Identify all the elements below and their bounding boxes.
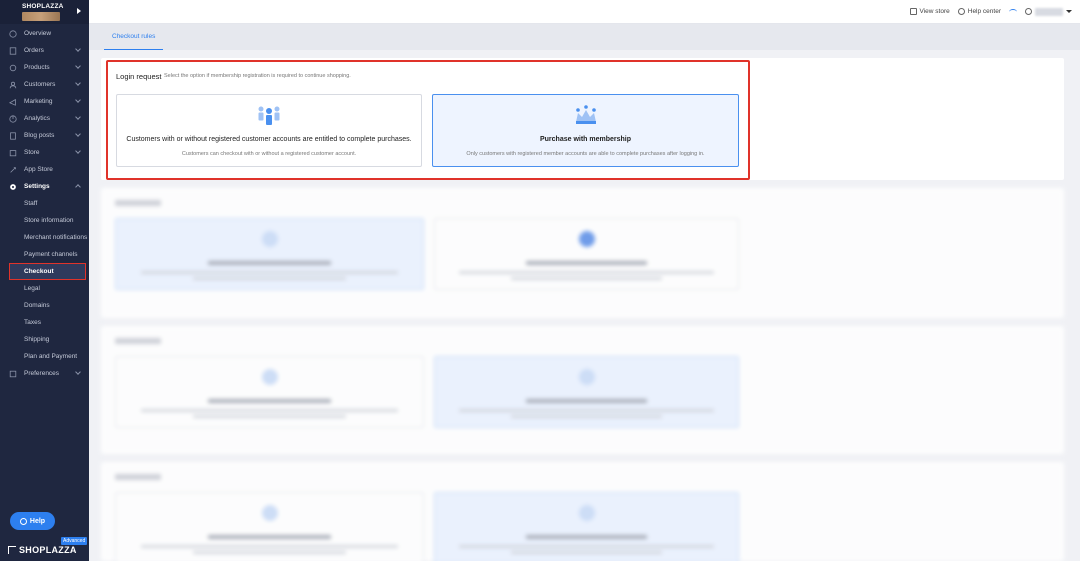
chevron-down-icon [75,369,81,375]
sidebar-item-store[interactable]: Store [0,144,89,161]
question-icon [957,8,965,15]
sidebar-item-orders[interactable]: Orders [0,42,89,59]
sidebar-subitem-taxes[interactable]: Taxes [0,314,89,331]
sidebar-item-label: Products [24,64,50,71]
sidebar-item-blog-posts[interactable]: Blog posts [0,127,89,144]
caret-down-icon [1066,10,1072,13]
sidebar-subitem-shipping[interactable]: Shipping [0,331,89,348]
expand-arrow-icon[interactable] [77,8,81,14]
store-logo [22,12,60,21]
sidebar-item-label: Blog posts [24,132,55,139]
help-button[interactable]: Help [10,512,55,530]
people-group-icon [258,106,280,125]
sidebar-item-label: Orders [24,47,44,54]
help-center-label: Help center [967,8,1001,15]
store-switcher[interactable]: SHOPLAZZA [0,0,89,24]
top-bar: View store Help center [89,0,1080,24]
chat-bubble-icon [19,517,27,525]
sidebar: SHOPLAZZA Overview Orders Products Custo… [0,0,89,561]
sidebar-item-label: Marketing [24,98,53,105]
login-request-description: Select the option if membership registra… [164,73,351,79]
tab-bar: Checkout rules [89,24,1080,50]
home-icon [909,8,917,15]
tab-checkout-rules[interactable]: Checkout rules [104,24,164,50]
sidebar-item-settings[interactable]: Settings [0,178,89,195]
blurred-section-2 [101,326,1064,454]
products-icon [9,64,17,72]
chevron-down-icon [75,131,81,137]
overview-icon [9,29,17,38]
footer-logo: SHOPLAZZA [8,545,77,555]
footer-logo-text: SHOPLAZZA [19,545,77,555]
sidebar-item-customers[interactable]: Customers [0,76,89,93]
marketing-icon [9,98,17,106]
help-label: Help [29,517,46,525]
chevron-down-icon [75,80,81,86]
sidebar-item-analytics[interactable]: Analytics [0,110,89,127]
wifi-icon[interactable] [1009,8,1017,15]
sidebar-subitem-domains[interactable]: Domains [0,297,89,314]
sidebar-subitem-payment-channels[interactable]: Payment channels [0,246,89,263]
option-guest-checkout[interactable]: Customers with or without registered cus… [116,94,422,167]
sidebar-item-products[interactable]: Products [0,59,89,76]
help-center-link[interactable]: Help center [957,8,1001,15]
chevron-down-icon [75,114,81,120]
user-name-redacted [1035,7,1063,16]
chevron-down-icon [75,97,81,103]
sidebar-subitem-checkout[interactable]: Checkout [9,263,86,280]
option-title: Purchase with membership [539,136,632,143]
sidebar-item-preferences[interactable]: Preferences [0,365,89,382]
shoplazza-logo-icon [8,546,16,554]
sidebar-item-label: Customers [24,81,56,88]
sidebar-subitem-store-information[interactable]: Store information [0,212,89,229]
view-store-label: View store [919,8,950,15]
sidebar-nav: Overview Orders Products Customers Marke… [0,25,89,382]
sidebar-item-label: Overview [24,30,52,37]
option-description: Only customers with registered member ac… [466,151,705,157]
chevron-down-icon [75,148,81,154]
option-description: Customers can checkout with or without a… [181,151,357,157]
chevron-up-icon [75,184,81,190]
view-store-link[interactable]: View store [909,8,950,15]
customers-icon [9,81,17,89]
chevron-down-icon [75,63,81,69]
analytics-icon [9,114,17,123]
gear-icon [9,183,17,191]
sidebar-item-label: Preferences [24,370,60,377]
user-menu[interactable] [1025,7,1072,16]
membership-crown-icon [575,105,596,124]
brand-name: SHOPLAZZA [22,3,64,10]
blurred-section-1 [101,188,1064,318]
sidebar-item-app-store[interactable]: App Store [0,161,89,178]
chevron-down-icon [75,46,81,52]
app-store-icon [9,166,17,174]
user-icon [1025,8,1032,15]
sidebar-item-label: App Store [24,166,53,173]
sidebar-subitem-merchant-notifications[interactable]: Merchant notifications [0,229,89,246]
sidebar-subitem-legal[interactable]: Legal [0,280,89,297]
store-icon [9,149,17,157]
orders-icon [9,46,17,55]
sidebar-subitem-plan-and-payment[interactable]: Plan and Payment [0,348,89,365]
blurred-section-3 [101,462,1064,561]
sidebar-subitem-staff[interactable]: Staff [0,195,89,212]
blog-icon [9,131,17,140]
option-purchase-with-membership[interactable]: Purchase with membership Only customers … [432,94,739,167]
option-title: Customers with or without registered cus… [126,136,412,143]
sidebar-item-label: Analytics [24,115,51,122]
sidebar-item-label: Store [24,149,40,156]
preferences-icon [9,370,17,378]
sidebar-item-marketing[interactable]: Marketing [0,93,89,110]
plan-badge: Advanced [61,537,88,545]
sidebar-item-overview[interactable]: Overview [0,25,89,42]
login-request-title: Login request [116,72,162,81]
sidebar-item-label: Settings [24,183,50,190]
